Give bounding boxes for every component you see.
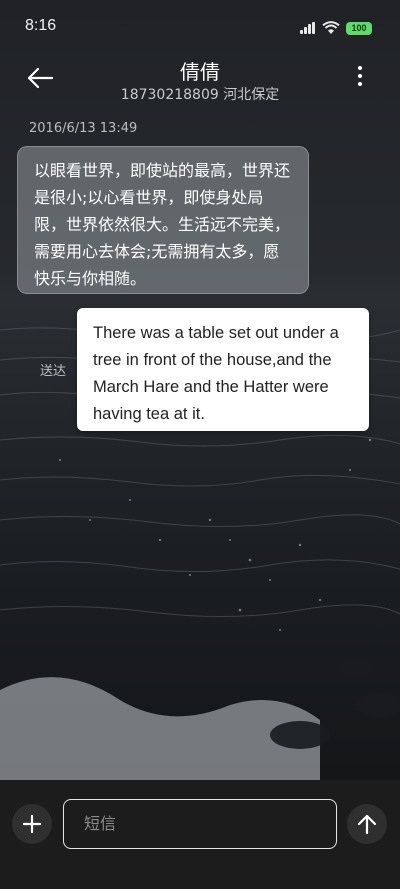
- add-attachment-button[interactable]: [12, 804, 52, 844]
- received-message-bubble[interactable]: 以眼看世界，即使站的最高，世界还是很小;以心看世界，即使身处局限，世界依然很大。…: [17, 146, 309, 294]
- wifi-icon: [322, 21, 340, 34]
- delivery-status-label: 送达: [40, 364, 67, 379]
- sms-input[interactable]: 短信: [63, 799, 337, 849]
- contact-name: 倩倩: [180, 60, 220, 84]
- battery-icon: 100: [346, 21, 372, 35]
- send-arrow-icon: [357, 814, 377, 835]
- status-icons: 100: [300, 20, 372, 36]
- message-composer: 短信: [0, 780, 400, 889]
- plus-icon: [22, 814, 42, 834]
- status-time: 8:16: [25, 17, 57, 34]
- status-bar: 8:16 100: [0, 0, 400, 54]
- send-button[interactable]: [347, 804, 387, 844]
- signal-icon: [300, 22, 316, 34]
- conversation-header: 倩倩 18730218809 河北保定: [0, 54, 400, 110]
- translation-popup[interactable]: There was a table set out under a tree i…: [77, 308, 369, 431]
- more-vertical-icon[interactable]: [356, 66, 364, 90]
- contact-info: 18730218809 河北保定: [120, 87, 280, 103]
- message-timestamp: 2016/6/13 13:49: [29, 121, 138, 136]
